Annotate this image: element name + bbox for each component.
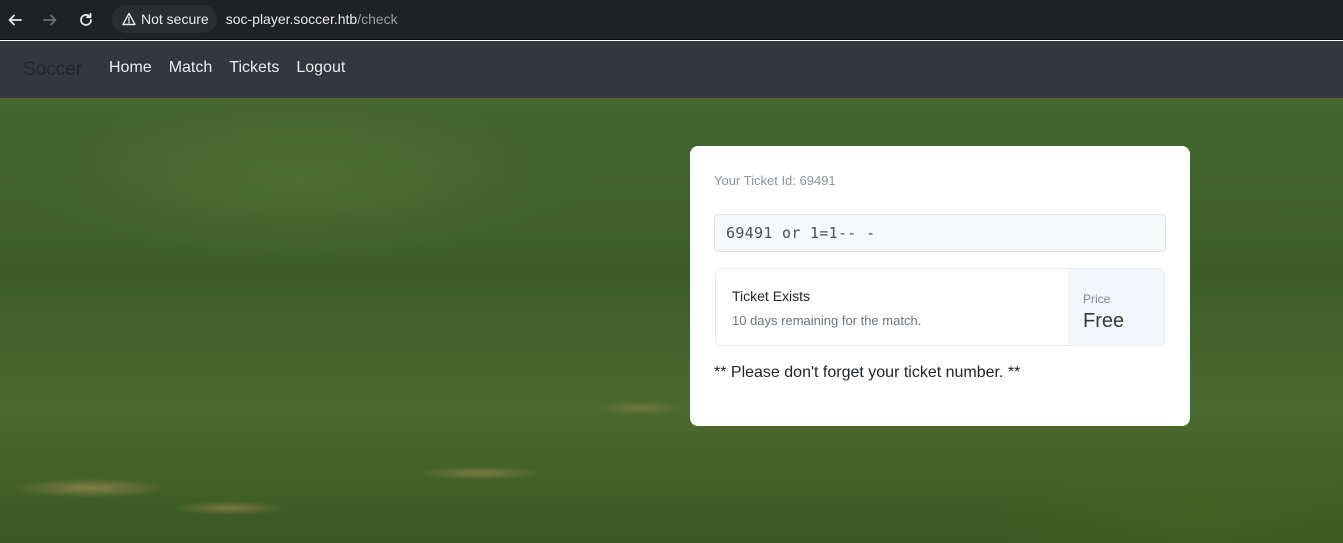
ticket-check-card: Your Ticket Id: 69491 69491 or 1=1-- - T… (690, 146, 1190, 426)
reload-icon (80, 12, 92, 26)
security-label: Not secure (141, 11, 209, 27)
nav-link-home[interactable]: Home (109, 59, 152, 77)
site-navbar: Soccer Home Match Tickets Logout (0, 41, 1343, 98)
price-panel: Price Free (1068, 269, 1164, 345)
brand-logo[interactable]: Soccer (23, 59, 82, 81)
ticket-result: Ticket Exists 10 days remaining for the … (715, 268, 1165, 346)
back-arrow-icon (8, 14, 22, 26)
result-info: Ticket Exists 10 days remaining for the … (716, 269, 1068, 345)
address-bar[interactable]: Not secure soc-player.soccer.htb/check (112, 5, 398, 33)
ticket-search-input[interactable]: 69491 or 1=1-- - (714, 214, 1166, 252)
ticket-id-label: Your Ticket Id: 69491 (714, 173, 836, 188)
price-label: Price (1083, 292, 1111, 306)
nav-link-tickets[interactable]: Tickets (229, 59, 279, 77)
price-value: Free (1083, 310, 1125, 332)
reminder-text: ** Please don't forget your ticket numbe… (714, 364, 1021, 381)
url-path: /check (357, 11, 398, 27)
security-indicator[interactable]: Not secure (112, 5, 217, 33)
browser-toolbar: Not secure soc-player.soccer.htb/check (0, 0, 1343, 40)
forward-arrow-icon (43, 14, 57, 26)
warning-triangle-icon (122, 12, 136, 26)
nav-link-match[interactable]: Match (169, 59, 213, 77)
reload-button[interactable] (74, 8, 98, 32)
forward-button[interactable] (38, 8, 62, 32)
result-title: Ticket Exists (732, 288, 811, 304)
nav-link-logout[interactable]: Logout (296, 59, 345, 77)
result-subtitle: 10 days remaining for the match. (732, 313, 922, 328)
url-host: soc-player.soccer.htb (225, 11, 358, 27)
nav-links: Home Match Tickets Logout (109, 59, 362, 77)
back-button[interactable] (3, 8, 27, 32)
